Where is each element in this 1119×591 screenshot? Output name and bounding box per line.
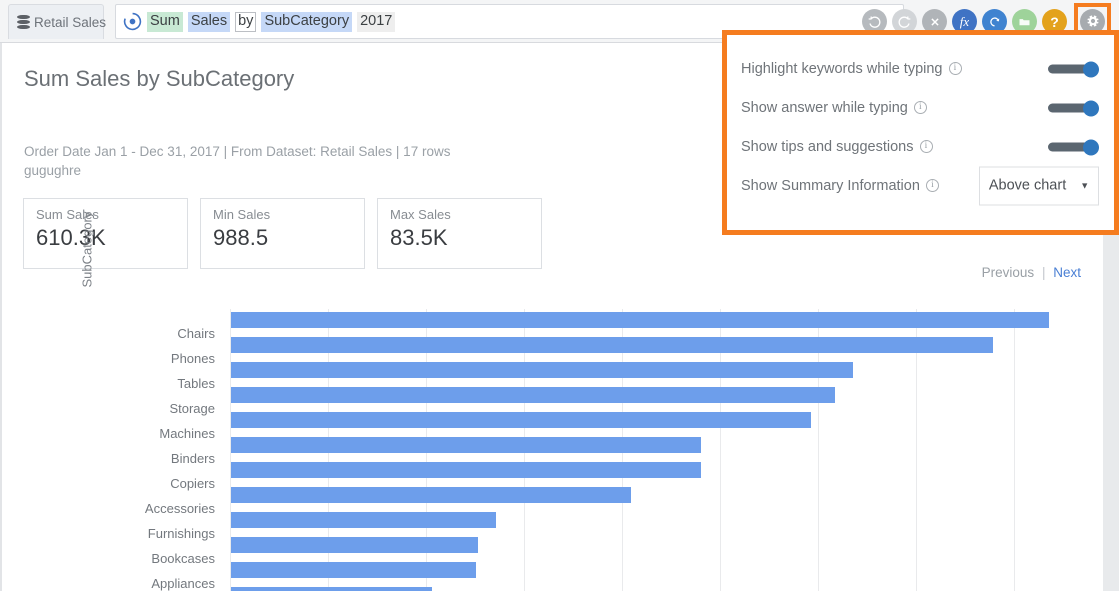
answer-note: gugughre bbox=[24, 163, 82, 178]
summary-card-max-sales: Max Sales 83.5K bbox=[377, 198, 542, 269]
setting-label-text: Show Summary Information bbox=[741, 177, 920, 194]
chart-bar-row bbox=[230, 359, 1112, 384]
summary-card-label: Sum Sales bbox=[36, 207, 99, 222]
chart-bar[interactable] bbox=[231, 387, 835, 403]
appliance-answer-screen: Retail Sales Sum Sales by SubCategory 20… bbox=[0, 0, 1119, 591]
settings-panel: Highlight keywords while typing i Show a… bbox=[722, 30, 1119, 235]
setting-row-show-tips: Show tips and suggestions i bbox=[727, 127, 1114, 166]
page-title: Sum Sales by SubCategory bbox=[24, 66, 295, 91]
chart-bar[interactable] bbox=[231, 362, 854, 378]
chart-bar[interactable] bbox=[231, 437, 702, 453]
setting-label-text: Show answer while typing bbox=[741, 99, 908, 116]
search-token-3[interactable]: SubCategory bbox=[261, 11, 353, 32]
search-token-2[interactable]: by bbox=[235, 11, 257, 32]
chart-bar-row bbox=[230, 434, 1112, 459]
orbit-search-icon[interactable] bbox=[123, 12, 142, 31]
bar-chart bbox=[2, 270, 1113, 591]
setting-label-text: Show tips and suggestions bbox=[741, 138, 914, 155]
formula-icon-glyph: fx bbox=[959, 14, 970, 29]
setting-row-show-answer: Show answer while typing i bbox=[727, 88, 1114, 127]
toggle-show-tips[interactable] bbox=[1048, 139, 1099, 155]
summary-cards: Sum Sales 610.3K Min Sales 988.5 Max Sal… bbox=[23, 198, 542, 269]
toggle-highlight-keywords[interactable] bbox=[1048, 61, 1099, 77]
summary-card-min-sales: Min Sales 988.5 bbox=[200, 198, 365, 269]
search-token-1[interactable]: Sales bbox=[187, 11, 231, 32]
chart-bar-row bbox=[230, 484, 1112, 509]
database-icon bbox=[17, 14, 30, 30]
setting-label: Highlight keywords while typing i bbox=[741, 61, 962, 77]
info-icon[interactable]: i bbox=[919, 140, 933, 153]
chart-bar-row bbox=[230, 334, 1112, 359]
settings-panel-body: Highlight keywords while typing i Show a… bbox=[727, 35, 1114, 230]
chart-bar-row bbox=[230, 459, 1112, 484]
summary-card-label: Max Sales bbox=[390, 207, 451, 222]
chart-plot-area bbox=[230, 309, 1113, 591]
chart-bar[interactable] bbox=[231, 337, 994, 353]
search-token-0[interactable]: Sum bbox=[147, 11, 183, 32]
summary-card-sum-sales: Sum Sales 610.3K bbox=[23, 198, 188, 269]
info-icon[interactable]: i bbox=[948, 62, 962, 75]
chart-bar-row bbox=[230, 409, 1112, 434]
info-icon[interactable]: i bbox=[925, 179, 939, 192]
summary-card-value: 988.5 bbox=[213, 225, 269, 250]
chart-bar-row bbox=[230, 509, 1112, 534]
chart-bar[interactable] bbox=[231, 587, 432, 591]
setting-label-text: Highlight keywords while typing bbox=[741, 60, 943, 77]
chart-bar[interactable] bbox=[231, 537, 478, 553]
toggle-show-answer[interactable] bbox=[1048, 100, 1099, 116]
dataset-tab-retail-sales[interactable]: Retail Sales bbox=[8, 4, 107, 39]
answer-subtitle: Order Date Jan 1 - Dec 31, 2017 | From D… bbox=[24, 142, 664, 180]
setting-label: Show Summary Information i bbox=[741, 178, 939, 194]
summary-card-value: 83.5K bbox=[390, 225, 448, 250]
chart-bar[interactable] bbox=[231, 487, 631, 503]
toggle-knob bbox=[1083, 139, 1099, 155]
dataset-tab-label: Retail Sales bbox=[34, 14, 107, 30]
chart-bar[interactable] bbox=[231, 512, 496, 528]
setting-label: Show tips and suggestions i bbox=[741, 139, 933, 155]
help-icon-glyph: ? bbox=[1050, 13, 1059, 30]
chart-bar[interactable] bbox=[231, 462, 702, 478]
chart-bar-row bbox=[230, 309, 1112, 334]
search-token-4[interactable]: 2017 bbox=[357, 11, 396, 32]
chart-bar[interactable] bbox=[231, 562, 476, 578]
dropdown-selected-value: Above chart bbox=[988, 177, 1067, 194]
chart-bar-row bbox=[230, 584, 1112, 591]
chart-bar-row bbox=[230, 384, 1112, 409]
chevron-down-icon: ▼ bbox=[1080, 180, 1090, 191]
chart-bar-row bbox=[230, 559, 1112, 584]
chart-bar-row bbox=[230, 534, 1112, 559]
summary-card-label: Min Sales bbox=[213, 207, 271, 222]
toggle-knob bbox=[1083, 61, 1099, 77]
setting-row-summary-information: Show Summary Information i Above chart ▼ bbox=[727, 166, 1114, 205]
chart-bar[interactable] bbox=[231, 312, 1050, 328]
toggle-knob bbox=[1083, 100, 1099, 116]
info-icon[interactable]: i bbox=[913, 101, 927, 114]
summary-card-value: 610.3K bbox=[36, 225, 106, 250]
setting-row-highlight-keywords: Highlight keywords while typing i bbox=[727, 49, 1114, 88]
chart-bar[interactable] bbox=[231, 412, 812, 428]
summary-position-dropdown[interactable]: Above chart ▼ bbox=[979, 166, 1099, 205]
answer-subtitle-line: Order Date Jan 1 - Dec 31, 2017 | From D… bbox=[24, 144, 451, 159]
setting-label: Show answer while typing i bbox=[741, 100, 927, 116]
